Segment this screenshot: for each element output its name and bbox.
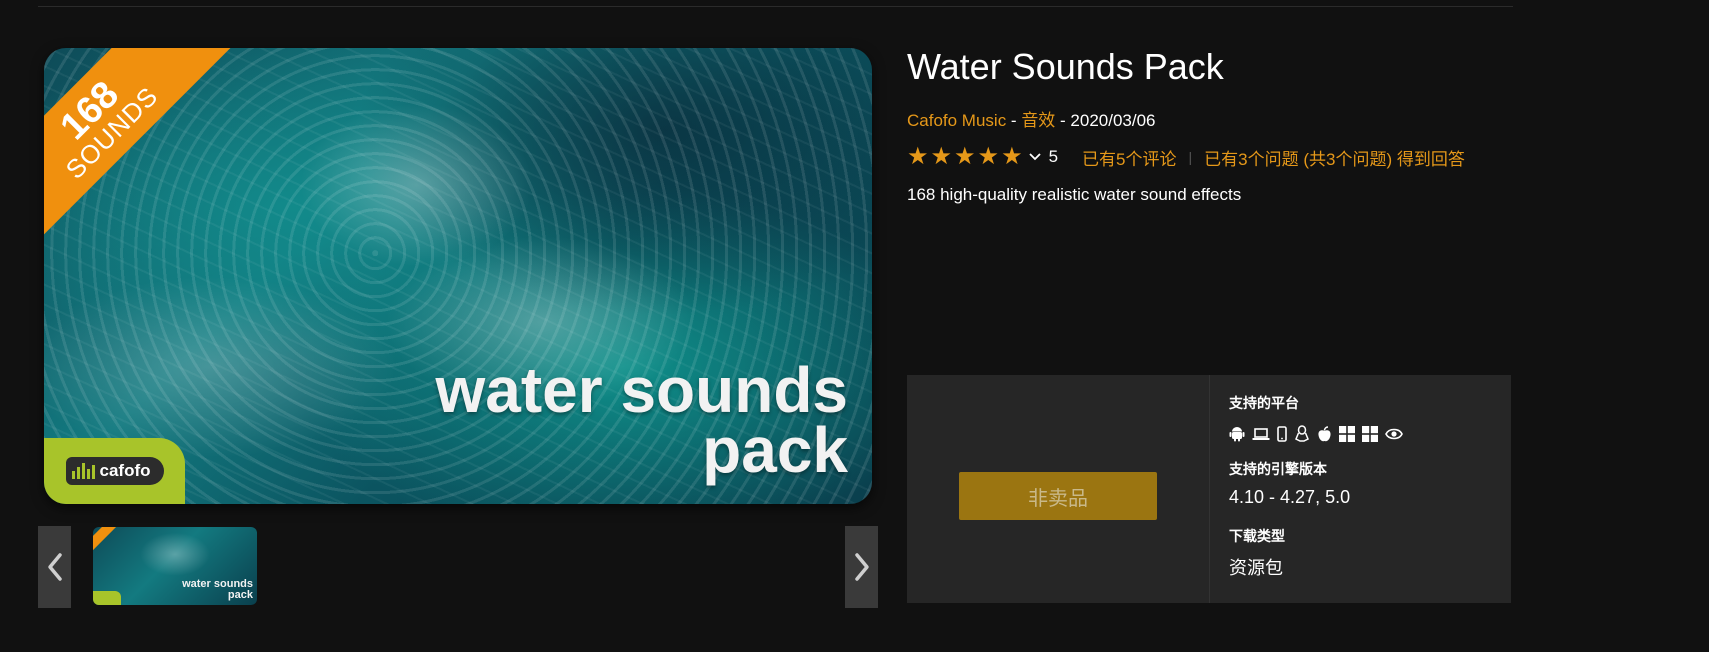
hero-title-line1: water sounds <box>435 354 848 426</box>
linux-icon <box>1295 425 1309 442</box>
panel-left: 非卖品 <box>907 375 1210 603</box>
logo-bars-icon <box>71 463 95 479</box>
engine-version-label: 支持的引擎版本 <box>1229 461 1327 477</box>
thumb-title-line2: pack <box>227 589 253 601</box>
star-icon: ★ <box>907 143 929 170</box>
meta-separator: - <box>1055 111 1071 130</box>
rating-row: ★ ★ ★ ★ ★ 5 已有5个评论 | 已有3个问题 (共3个问题) 得到回答 <box>907 145 1465 169</box>
platforms-label: 支持的平台 <box>1229 395 1299 411</box>
link-divider: | <box>1188 149 1193 165</box>
purchase-panel: 非卖品 支持的平台 支持的引擎版本 4.10 - 4.27, 5.0 下载类型 … <box>907 375 1511 603</box>
android-icon <box>1229 427 1245 442</box>
engine-version-value: 4.10 - 4.27, 5.0 <box>1229 487 1351 507</box>
panel-details: 支持的平台 支持的引擎版本 4.10 - 4.27, 5.0 下载类型 资源包 <box>1229 393 1499 598</box>
hero-title: water sounds pack <box>435 354 848 486</box>
thumb-logo <box>93 591 121 605</box>
star-icon: ★ <box>977 143 1000 170</box>
product-page: 168 SOUNDS water sounds pack cafofo wate… <box>0 0 1709 652</box>
chevron-left-icon <box>47 553 62 581</box>
logo-mark: cafofo <box>65 457 164 485</box>
apple-icon <box>1318 425 1331 441</box>
thumb-title: water sounds pack <box>182 579 253 601</box>
release-date: 2020/03/06 <box>1070 111 1156 130</box>
mobile-icon <box>1277 426 1287 442</box>
star-icon: ★ <box>1001 143 1023 170</box>
download-type-label: 下载类型 <box>1229 528 1285 544</box>
star-rating[interactable]: ★ ★ ★ ★ ★ <box>907 145 1023 169</box>
product-summary: 168 high-quality realistic water sound e… <box>907 185 1242 204</box>
questions-link[interactable]: 已有3个问题 (共3个问题) 得到回答 <box>1204 145 1465 170</box>
laptop-icon <box>1252 428 1270 440</box>
cafofo-logo: cafofo <box>44 438 185 504</box>
star-icon: ★ <box>930 143 953 170</box>
logo-text: cafofo <box>99 461 151 480</box>
platform-icons <box>1229 425 1499 443</box>
carousel-next-button[interactable] <box>845 526 878 608</box>
hero-image[interactable]: 168 SOUNDS water sounds pack cafofo <box>44 48 872 504</box>
eye-icon <box>1385 428 1403 440</box>
reviews-link[interactable]: 已有5个评论 <box>1082 145 1176 170</box>
windows-icon <box>1362 426 1378 442</box>
meta-separator: - <box>1006 111 1022 130</box>
chevron-right-icon <box>854 553 869 581</box>
star-icon: ★ <box>954 143 976 170</box>
hero-title-line2: pack <box>702 414 848 486</box>
top-divider <box>38 6 1513 7</box>
product-meta: Cafofo Music - 音效 - 2020/03/06 <box>907 106 1156 131</box>
publisher-link[interactable]: Cafofo Music <box>907 111 1006 130</box>
gallery-thumbnail[interactable]: water sounds pack <box>93 527 257 605</box>
category-link[interactable]: 音效 <box>1021 111 1055 130</box>
windows-icon <box>1339 426 1355 442</box>
thumb-ribbon <box>93 527 122 558</box>
rating-value: 5 <box>1048 147 1059 166</box>
carousel-prev-button[interactable] <box>38 526 71 608</box>
chevron-down-icon[interactable] <box>1028 153 1041 161</box>
download-type-value: 资源包 <box>1229 558 1283 578</box>
product-title: Water Sounds Pack <box>907 46 1224 87</box>
not-for-sale-button[interactable]: 非卖品 <box>959 472 1157 520</box>
